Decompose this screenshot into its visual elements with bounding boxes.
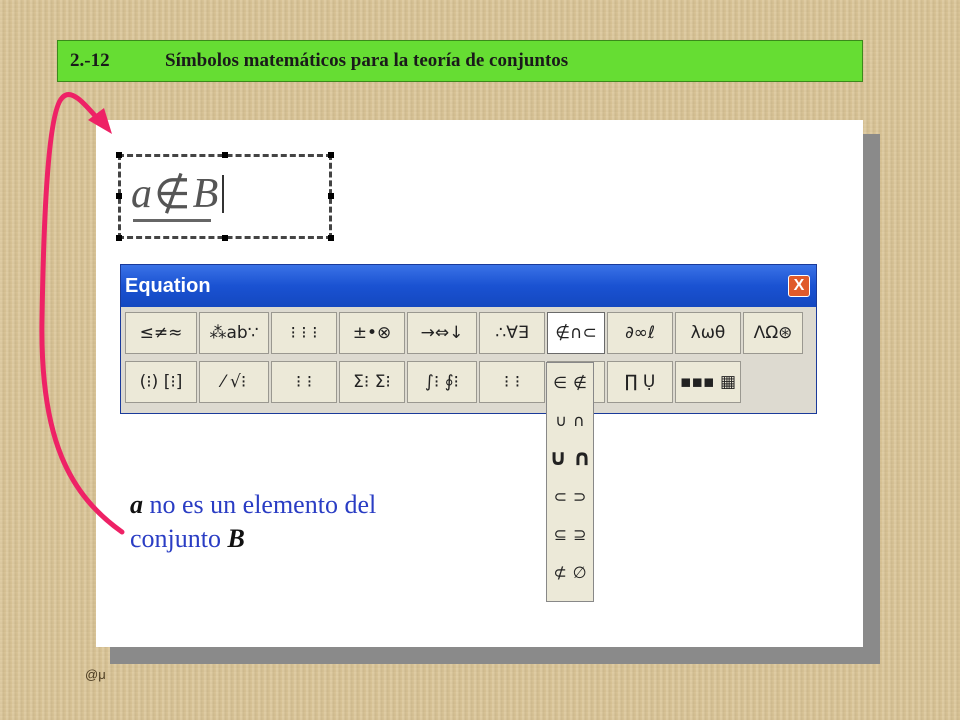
- arrow-line: [39, 92, 125, 535]
- curved-arrow: [39, 92, 125, 535]
- footer-mark: @μ: [85, 667, 106, 682]
